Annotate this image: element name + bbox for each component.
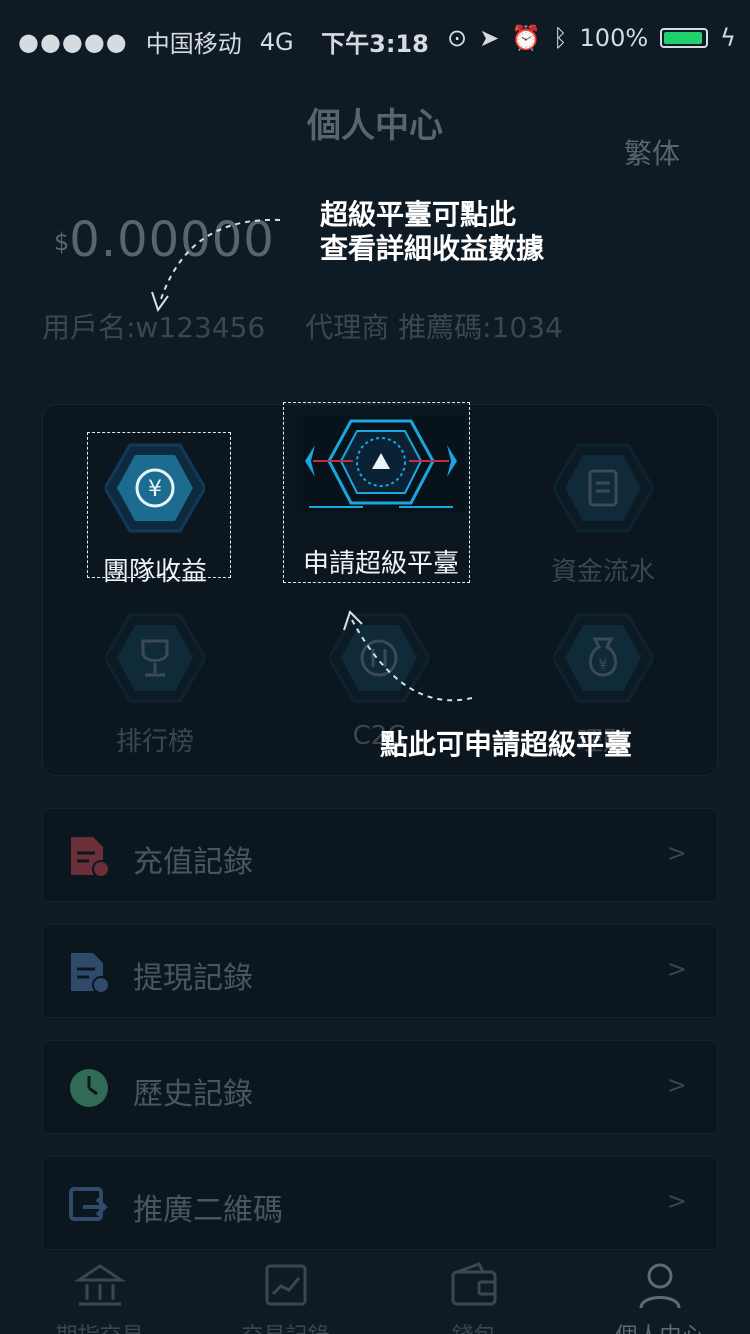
person-icon xyxy=(639,1263,680,1309)
highlight-super-platform xyxy=(283,402,470,583)
row-promo-qrcode[interactable]: 推廣二維碼 > xyxy=(42,1156,718,1250)
location-icon: ➤ xyxy=(479,24,500,52)
row-history-records[interactable]: 歷史記錄 > xyxy=(42,1040,718,1134)
wallet-icon xyxy=(451,1262,496,1306)
hint-top-line1: 超級平臺可點此 xyxy=(320,198,517,231)
svg-text:¥: ¥ xyxy=(599,657,608,673)
bluetooth-icon: ᛒ xyxy=(553,24,568,52)
hint-bottom: 點此可申請超級平臺 xyxy=(380,728,633,761)
grid-item-fund-flow[interactable]: 資金流水 xyxy=(493,443,713,588)
charging-icon: ϟ xyxy=(720,24,736,52)
bank-icon xyxy=(73,1264,126,1306)
language-switch[interactable]: 繁体 xyxy=(624,132,680,172)
tab-personal-center[interactable]: 個人中心 xyxy=(566,1252,750,1334)
chevron-right-icon: > xyxy=(666,1187,687,1215)
highlight-team-earnings xyxy=(87,432,231,578)
row-withdraw-records[interactable]: 提現記錄 > xyxy=(42,924,718,1018)
withdraw-document-icon xyxy=(71,953,109,993)
battery-percent: 100% xyxy=(579,24,649,52)
hint-arrow-icon xyxy=(343,610,473,702)
grid-item-label: 排行榜 xyxy=(115,727,194,757)
chevron-right-icon: > xyxy=(666,1071,687,1099)
chart-calendar-icon xyxy=(265,1264,306,1306)
rotation-lock-icon: ⊙ xyxy=(447,24,468,52)
clipboard-icon xyxy=(553,443,653,533)
hint-top: 超級平臺可點此 查看詳細收益數據 xyxy=(320,198,544,266)
currency-symbol: $ xyxy=(54,228,70,256)
row-label: 歷史記錄 xyxy=(133,1077,253,1112)
money-bag-icon: ¥ xyxy=(553,613,653,703)
tab-bar: 期指交易 交易記錄 錢包 個人中心 xyxy=(0,1252,750,1334)
share-icon xyxy=(69,1187,108,1221)
row-deposit-records[interactable]: 充值記錄 > xyxy=(42,808,718,902)
row-label: 提現記錄 xyxy=(133,961,253,996)
hint-top-line2: 查看詳細收益數據 xyxy=(320,232,545,265)
chevron-right-icon: > xyxy=(666,955,687,983)
tab-label: 錢包 xyxy=(380,1318,567,1334)
grid-item-leaderboard[interactable]: 排行榜 xyxy=(45,613,265,758)
tab-label: 個人中心 xyxy=(566,1318,750,1334)
row-label: 充值記錄 xyxy=(133,845,253,880)
row-label: 推廣二維碼 xyxy=(133,1193,283,1228)
user-info: 用戶名:w123456 代理商 推薦碼:1034 xyxy=(42,306,563,346)
grid-item-label: 資金流水 xyxy=(550,557,655,587)
tab-trade-records[interactable]: 交易記錄 xyxy=(192,1252,379,1334)
tab-futures-trading[interactable]: 期指交易 xyxy=(6,1252,193,1334)
alarm-icon: ⏰ xyxy=(511,24,542,52)
tab-label: 期指交易 xyxy=(6,1318,193,1334)
agent-referral: 代理商 推薦碼:1034 xyxy=(305,311,563,344)
chevron-right-icon: > xyxy=(666,839,687,867)
tab-label: 交易記錄 xyxy=(192,1318,379,1334)
clock-icon xyxy=(70,1069,108,1107)
deposit-document-icon xyxy=(71,837,109,877)
tab-wallet[interactable]: 錢包 xyxy=(380,1252,567,1334)
status-bar: ●●●●● 中国移动 4G 下午3:18 ⊙ ➤ ⏰ ᛒ 100% ϟ xyxy=(0,0,750,80)
battery-icon xyxy=(660,28,709,48)
hint-arrow-icon xyxy=(151,218,281,313)
trophy-icon xyxy=(105,613,205,703)
